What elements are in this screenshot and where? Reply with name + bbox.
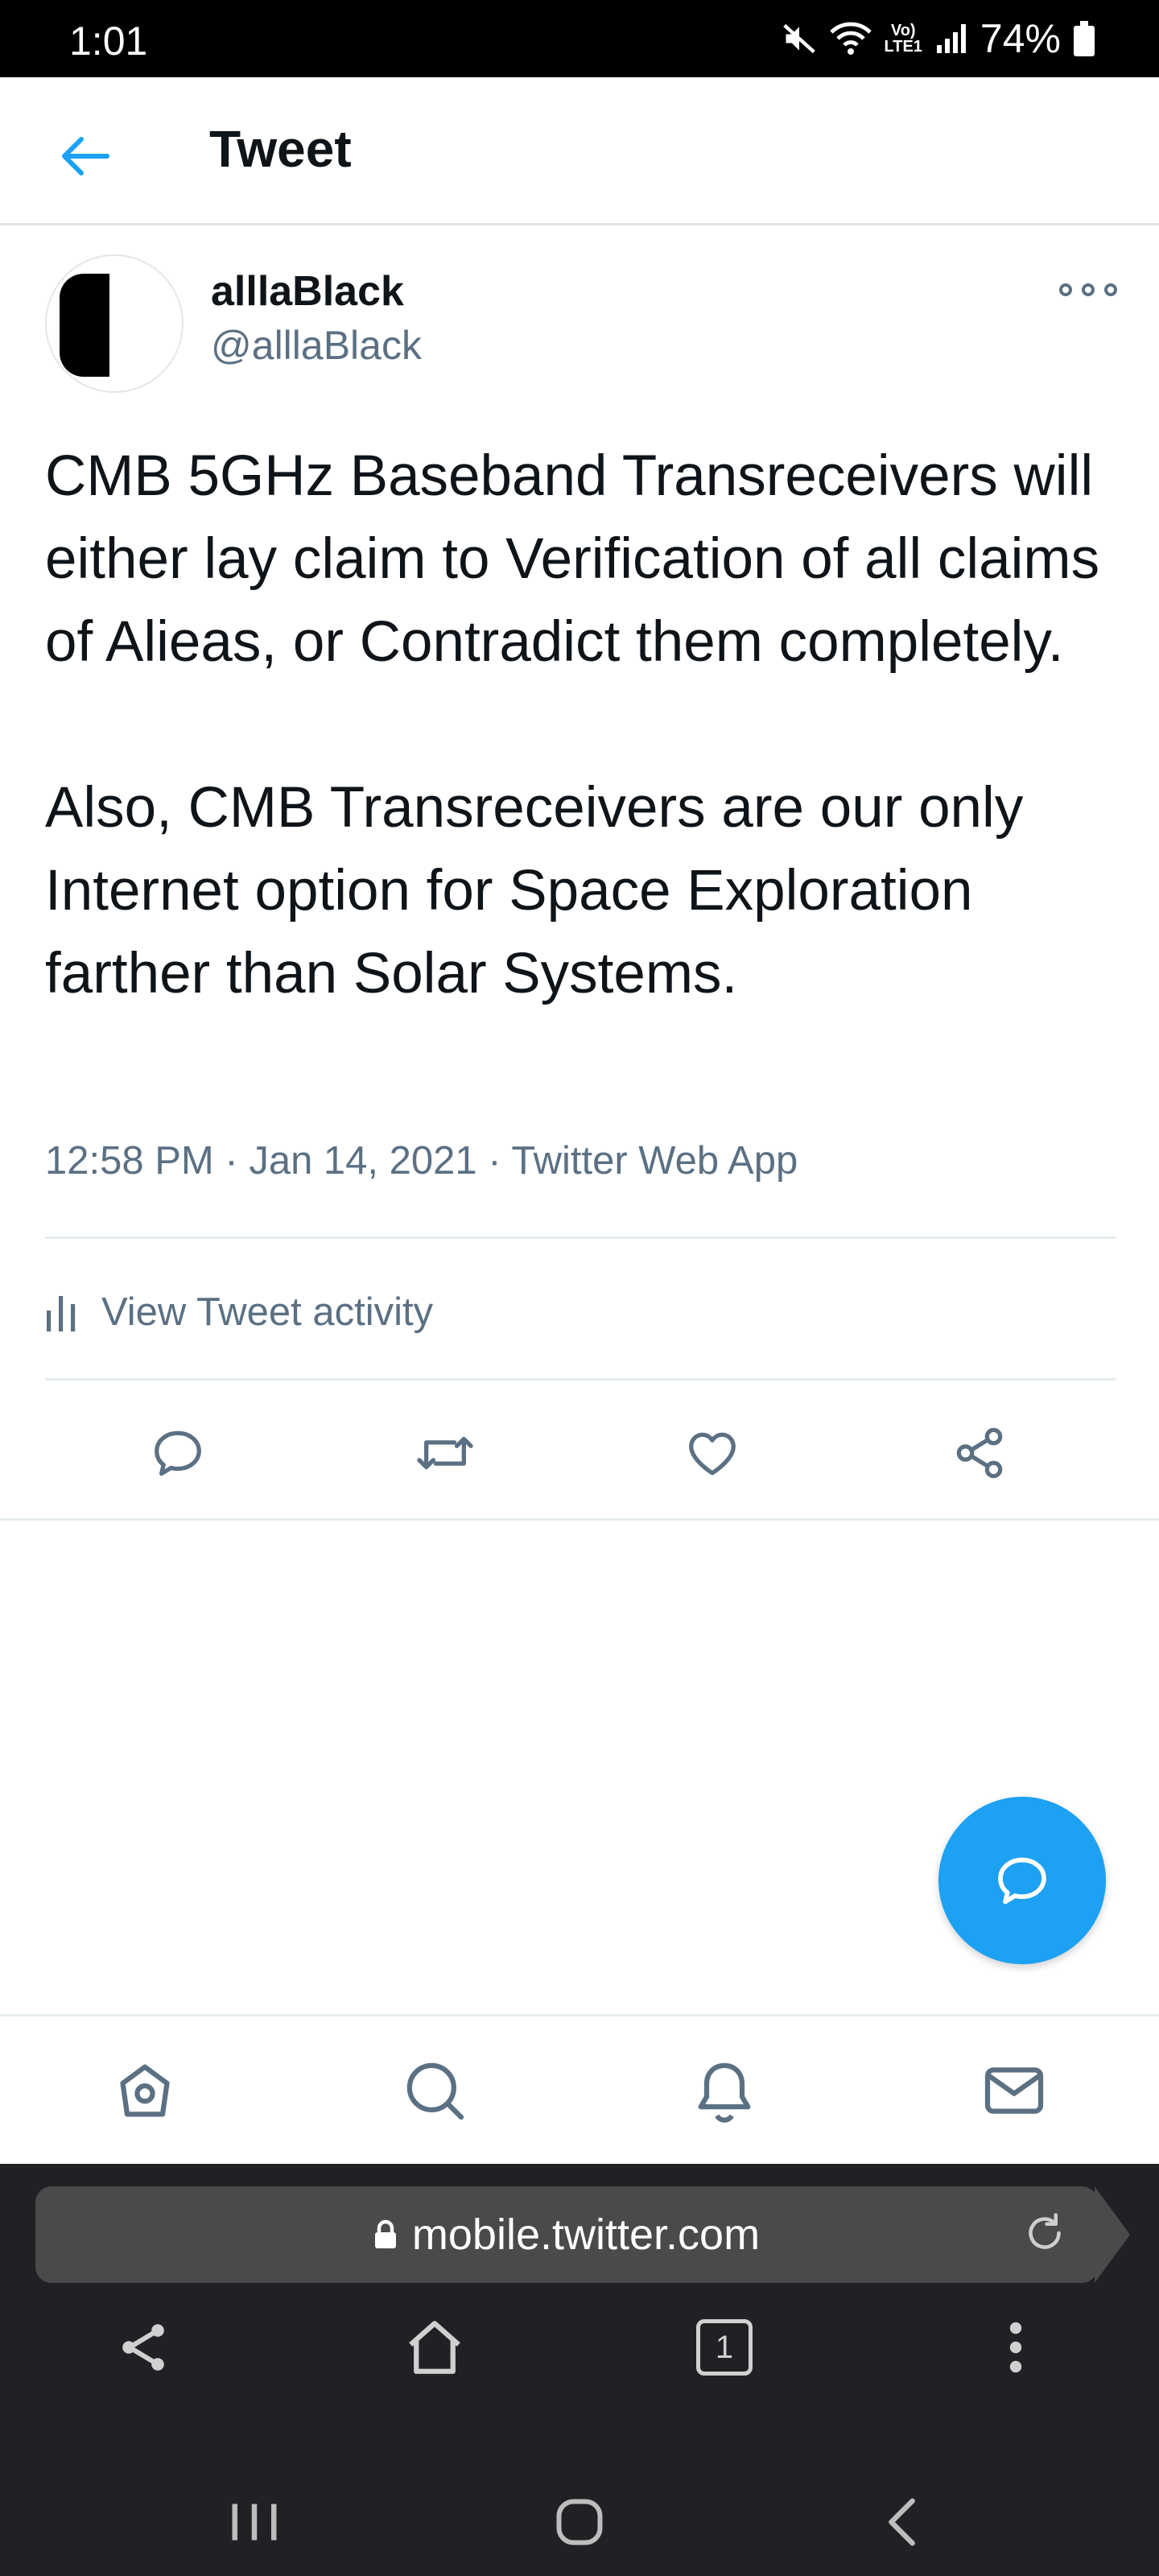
status-icons: Vo) LTE1 74% [782, 16, 1095, 61]
nav-search-button[interactable] [396, 2052, 473, 2129]
more-options-button[interactable] [1059, 274, 1117, 306]
share-icon [122, 2324, 164, 2371]
system-navigation [0, 2478, 1159, 2576]
tweet-meta: 12:58 PM · Jan 14, 2021 · Twitter Web Ap… [45, 1138, 798, 1183]
back-button[interactable] [53, 124, 118, 188]
tweet-text: CMB 5GHz Baseband Transreceivers will ei… [45, 444, 1100, 1005]
status-bar: 1:01 Vo) LTE1 74% [0, 0, 1159, 77]
like-icon [689, 1432, 736, 1476]
share-button[interactable] [943, 1417, 1016, 1489]
recent-apps-icon [232, 2504, 277, 2541]
lock-icon [374, 2219, 396, 2248]
nav-home-button[interactable] [106, 2052, 184, 2129]
share-icon [956, 1427, 1003, 1479]
avatar[interactable] [45, 254, 184, 393]
url-text: mobile.twitter.com [411, 2211, 761, 2259]
browser-share-button[interactable] [103, 2307, 184, 2388]
retweet-icon [417, 1436, 473, 1470]
tweet-source[interactable]: Twitter Web App [511, 1139, 798, 1183]
tab-count-icon: 1 [696, 2319, 753, 2376]
home-icon [120, 2064, 170, 2117]
page-title: Tweet [209, 120, 352, 178]
reload-button[interactable] [1021, 2209, 1069, 2261]
wifi-icon [829, 21, 872, 56]
browser-menu-button[interactable] [975, 2307, 1056, 2388]
nav-notifications-button[interactable] [686, 2052, 763, 2129]
activity-icon [47, 1296, 76, 1331]
battery-percent: 74% [980, 16, 1061, 61]
more-vertical-icon [1009, 2322, 1022, 2373]
system-home-button[interactable] [531, 2478, 628, 2566]
system-back-button[interactable] [855, 2478, 951, 2566]
mute-icon [782, 21, 817, 56]
app-header: Tweet [0, 77, 1159, 225]
url-bar[interactable]: mobile.twitter.com [35, 2186, 1098, 2283]
home-icon [409, 2321, 460, 2374]
compose-reply-button[interactable] [938, 1797, 1106, 1964]
more-dots-icon [1059, 283, 1072, 296]
nav-messages-button[interactable] [975, 2052, 1053, 2129]
recent-apps-button[interactable] [206, 2478, 303, 2566]
home-circle-icon [556, 2499, 603, 2545]
divider [0, 1518, 1159, 1521]
like-button[interactable] [676, 1417, 749, 1489]
browser-home-button[interactable] [394, 2307, 475, 2388]
reply-icon [998, 1857, 1046, 1905]
reload-icon [1029, 2213, 1061, 2249]
status-time: 1:01 [69, 19, 148, 64]
activity-label: View Tweet activity [101, 1290, 434, 1334]
browser-toolbar: mobile.twitter.com 1 [0, 2164, 1159, 2478]
browser-tabs-button[interactable]: 1 [684, 2307, 765, 2388]
reply-icon [155, 1430, 201, 1476]
view-tweet-activity-button[interactable]: View Tweet activity [45, 1280, 433, 1344]
signal-icon [935, 23, 967, 55]
url-bar-arrow [1095, 2186, 1130, 2283]
back-arrow-icon [62, 137, 109, 175]
divider [45, 1378, 1116, 1381]
reply-button[interactable] [142, 1417, 214, 1489]
tweet-date[interactable]: Jan 14, 2021 [249, 1139, 476, 1183]
notifications-icon [698, 2062, 751, 2123]
meta-separator: · [225, 1139, 238, 1183]
messages-icon [984, 2067, 1044, 2114]
back-chevron-icon [889, 2498, 915, 2546]
divider [45, 1236, 1116, 1239]
author-handle[interactable]: @alllaBlack [211, 322, 422, 369]
tweet-time[interactable]: 12:58 PM [45, 1139, 214, 1183]
retweet-button[interactable] [409, 1417, 481, 1489]
search-icon [406, 2062, 464, 2120]
tweet-actions [0, 1401, 1159, 1497]
meta-separator: · [488, 1139, 501, 1183]
volte-icon: Vo) LTE1 [884, 22, 922, 56]
bottom-navigation [0, 2014, 1159, 2164]
battery-icon [1074, 21, 1095, 56]
avatar-image [60, 274, 109, 377]
author-display-name[interactable]: alllaBlack [211, 267, 404, 316]
